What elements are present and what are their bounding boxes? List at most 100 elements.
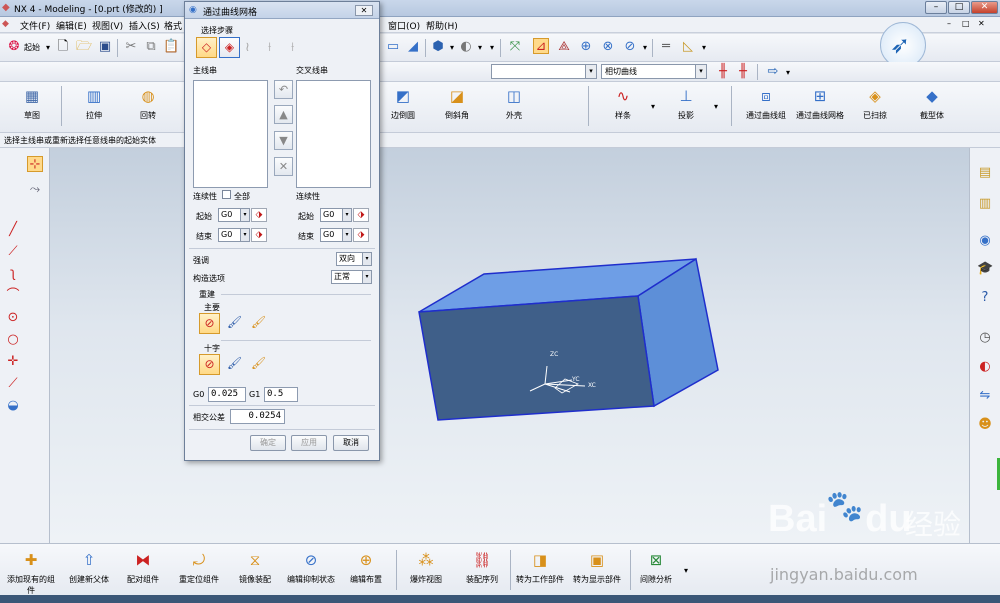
shell-button[interactable]: ◫ 外壳 [494,86,534,121]
trim-icon[interactable]: ⟋ [5,376,21,392]
menu-file[interactable]: 文件(F) [20,19,50,32]
circle-center-icon[interactable]: ⊙ [5,310,21,326]
ok-button[interactable]: 确定 [250,435,286,451]
extrude-button[interactable]: ▥ 拉伸 [76,86,112,121]
grid-icon[interactable]: ◺ [680,39,696,55]
swept-button[interactable]: ◈ 已扫掠 [853,86,897,121]
roles-icon[interactable]: ☻ [977,417,993,433]
snap-point-icon[interactable]: ⊿ [533,38,549,54]
apply-button[interactable]: 应用 [291,435,327,451]
chevron-down-icon[interactable]: ▾ [695,65,706,78]
rebuild-cross-none-button[interactable]: ⊘ [199,354,220,375]
part-navigator-icon[interactable]: ▥ [977,196,993,212]
rebuild-cross-degree-button[interactable]: 🖌 [224,354,245,375]
assembly-navigator-icon[interactable]: ▤ [977,165,993,181]
ruler-icon[interactable]: ═ [658,39,674,55]
chevron-down-icon[interactable]: ▾ [696,40,712,56]
follow-fillet-icon[interactable]: ╫ [735,64,751,80]
chevron-down-icon[interactable]: ▾ [362,271,371,283]
training-icon[interactable]: 🎓 [977,261,993,277]
g0-tolerance-input[interactable]: 0.025 [208,387,246,402]
menu-window[interactable]: 窗口(O) [388,19,420,32]
cross-end-combo[interactable]: G0 ▾ [320,228,352,242]
edit-suppression-button[interactable]: ⊘ 编辑抑制状态 [283,550,339,585]
spline-curve-icon[interactable]: ʅ [5,266,21,282]
move-down-button[interactable]: ▼ [274,131,293,150]
cross-strings-list[interactable] [296,80,371,188]
emphasis-combo[interactable]: 双向 ▾ [336,252,372,266]
assembly-sequence-button[interactable]: ⛓ 装配序列 [460,550,504,585]
eraser-icon[interactable]: ◒ [5,398,21,414]
all-checkbox[interactable] [222,190,231,199]
mate-component-button[interactable]: ⧓ 配对组件 [121,550,165,585]
section-icon[interactable]: ⊗ [600,39,616,55]
arc-icon[interactable]: ⌒ [5,288,21,304]
chevron-down-icon[interactable]: ▾ [342,209,351,221]
paste-icon[interactable]: 📋 [163,39,179,55]
orient-icon[interactable]: ◢ [405,39,421,55]
chevron-down-icon[interactable]: ▾ [637,40,653,56]
menu-view[interactable]: 视图(V) [92,19,123,32]
make-work-part-button[interactable]: ◨ 转为工作部件 [513,550,567,585]
line-through-points-icon[interactable]: ⟋ [5,244,21,260]
reuse-library-icon[interactable]: ◉ [977,233,993,249]
line-icon[interactable]: ╱ [5,222,21,238]
exploded-view-button[interactable]: ⁂ 爆炸视图 [404,550,448,585]
system-materials-icon[interactable]: ◐ [977,359,993,375]
primary-start-combo[interactable]: G0 ▾ [218,208,250,222]
doc-minimize-button[interactable]: – [947,19,951,28]
copy-icon[interactable]: ⧉ [143,39,159,55]
add-existing-component-button[interactable]: ✚ 添加现有的组件 [4,550,58,596]
edge-blend-button[interactable]: ◩ 边倒圆 [383,86,423,121]
step-primary-curves[interactable]: ◇ [196,37,217,58]
help-icon[interactable]: ? [977,290,993,306]
mirror-assembly-button[interactable]: ⧖ 镜像装配 [233,550,277,585]
menu-format[interactable]: 格式 [164,19,182,32]
chevron-down-icon[interactable]: ▾ [585,65,596,78]
doc-maximize-button[interactable]: □ [962,19,970,28]
construction-options-combo[interactable]: 正常 ▾ [331,270,372,284]
menu-help[interactable]: 帮助(H) [426,19,458,32]
section-body-button[interactable]: ◆ 截型体 [910,86,954,121]
chevron-down-icon[interactable]: ▾ [240,229,249,241]
rebuild-primary-auto-button[interactable]: 🖌 [248,313,269,334]
cut-icon[interactable]: ✂ [123,39,139,55]
new-file-icon[interactable]: 🗋 [55,39,71,55]
rebuild-cross-auto-button[interactable]: 🖌 [248,354,269,375]
step-tangent-icon[interactable]: ⟊ [268,40,271,55]
start-menu-button[interactable]: 起始 [24,42,40,53]
wcs-icon[interactable]: ⤧ [507,39,523,55]
undo-string-button[interactable]: ↶ [274,80,293,99]
intersection-tolerance-input[interactable]: 0.0254 [230,409,285,424]
maximize-button[interactable]: □ [948,1,970,14]
rebuild-primary-degree-button[interactable]: 🖌 [224,313,245,334]
measure-icon[interactable]: ⊕ [578,39,594,55]
spline-button[interactable]: ∿ 样条 [603,86,643,121]
primary-end-combo[interactable]: G0 ▾ [218,228,250,242]
point-icon[interactable]: ✛ [5,354,21,370]
chevron-down-icon[interactable]: ▾ [780,65,796,81]
chevron-down-icon[interactable]: ▾ [40,40,56,56]
g1-tolerance-input[interactable]: 0.5 [264,387,298,402]
chevron-down-icon[interactable]: ▾ [240,209,249,221]
remove-string-button[interactable]: ✕ [274,157,293,176]
edit-arrangement-button[interactable]: ⊕ 编辑布置 [344,550,388,585]
dialog-close-button[interactable]: ✕ [355,5,373,16]
chevron-down-icon[interactable]: ▾ [362,253,371,265]
doc-close-button[interactable]: ✕ [978,19,985,28]
chamfer-button[interactable]: ◪ 倒斜角 [437,86,477,121]
primary-end-face-button[interactable]: ⬗ [251,228,267,242]
step-cross-curves[interactable]: ◈ [219,37,240,58]
menu-insert[interactable]: 插入(S) [129,19,160,32]
primary-start-face-button[interactable]: ⬗ [251,208,267,222]
chevron-down-icon[interactable]: ▾ [651,102,655,111]
move-up-button[interactable]: ▲ [274,105,293,124]
open-folder-icon[interactable]: 🗁 [76,39,92,55]
cursor-icon[interactable]: ⤳ [27,182,43,198]
info-icon[interactable]: ⊘ [622,39,638,55]
history-icon[interactable]: ◷ [977,330,993,346]
stop-at-intersection-icon[interactable]: ╫ [715,64,731,80]
cancel-button[interactable]: 取消 [333,435,369,451]
create-new-parent-button[interactable]: ⇧ 创建新父体 [63,550,115,585]
menu-edit[interactable]: 编辑(E) [56,19,87,32]
